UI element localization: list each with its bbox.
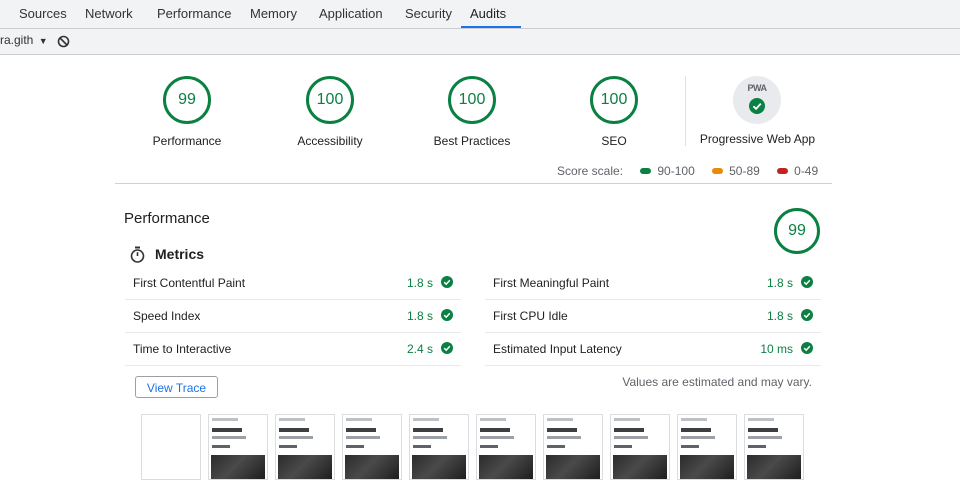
- filmstrip-frame: [543, 414, 603, 480]
- scale-item-fail: 0-49: [777, 164, 818, 178]
- pass-check-icon: [441, 342, 453, 354]
- metric-name: Time to Interactive: [133, 342, 232, 356]
- url-selector[interactable]: ra.gith ▼: [0, 33, 48, 47]
- performance-section-title: Performance: [124, 210, 210, 227]
- performance-score-gauge: 99: [774, 208, 820, 254]
- tab-memory[interactable]: Memory: [241, 0, 306, 28]
- average-dot-icon: [712, 168, 724, 174]
- gauge-label: Performance: [152, 134, 222, 148]
- scale-range: 90-100: [657, 164, 695, 178]
- metric-speed-index: Speed Index 1.8 s: [125, 299, 461, 333]
- score-ring: 99: [163, 76, 211, 124]
- score-ring: 100: [306, 76, 354, 124]
- metric-estimated-input-latency: Estimated Input Latency 10 ms: [485, 332, 821, 366]
- pass-check-icon: [801, 309, 813, 321]
- dropdown-arrow-icon: ▼: [38, 36, 48, 46]
- tab-sources[interactable]: Sources: [10, 0, 76, 28]
- gauge-best-practices[interactable]: 100 Best Practices: [417, 76, 527, 148]
- pwa-badge[interactable]: PWA: [733, 76, 781, 124]
- tab-audits[interactable]: Audits: [461, 0, 521, 28]
- score-scale-label: Score scale:: [557, 164, 624, 178]
- gauge-divider: [685, 76, 686, 146]
- pwa-badge-text: PWA: [747, 83, 767, 93]
- filmstrip-frame: [744, 414, 804, 480]
- metric-name: First Meaningful Paint: [493, 276, 610, 290]
- metric-value: 1.8 s: [766, 276, 793, 290]
- metric-name: First CPU Idle: [493, 309, 568, 323]
- metric-first-meaningful-paint: First Meaningful Paint 1.8 s: [485, 266, 821, 300]
- metric-name: Speed Index: [133, 309, 201, 323]
- filmstrip-frame: [409, 414, 469, 480]
- filmstrip-frame: [476, 414, 536, 480]
- metric-time-to-interactive: Time to Interactive 2.4 s: [125, 332, 461, 366]
- check-circle-icon: [749, 98, 765, 114]
- metric-first-cpu-idle: First CPU Idle 1.8 s: [485, 299, 821, 333]
- metric-value: 2.4 s: [406, 342, 433, 356]
- tab-security[interactable]: Security: [396, 0, 461, 28]
- url-text: ra.gith: [0, 33, 34, 47]
- gauge-label: Accessibility: [297, 134, 363, 148]
- clear-icon[interactable]: [57, 35, 70, 48]
- stopwatch-icon: [130, 246, 145, 263]
- tab-performance[interactable]: Performance: [148, 0, 240, 28]
- fail-dot-icon: [777, 168, 789, 174]
- view-trace-button[interactable]: View Trace: [135, 376, 218, 398]
- metric-value: 1.8 s: [406, 309, 433, 323]
- pass-check-icon: [801, 276, 813, 288]
- pwa-label: Progressive Web App: [699, 132, 816, 146]
- pass-check-icon: [441, 276, 453, 288]
- gauge-label: SEO: [601, 134, 627, 148]
- filmstrip-frame: [610, 414, 670, 480]
- pass-dot-icon: [640, 168, 652, 174]
- scale-item-pass: 90-100: [640, 164, 695, 178]
- tab-application[interactable]: Application: [310, 0, 392, 28]
- gauge-seo[interactable]: 100 SEO: [564, 76, 664, 148]
- filmstrip-frame: [275, 414, 335, 480]
- filmstrip-frame-blank: [141, 414, 201, 480]
- pass-check-icon: [801, 342, 813, 354]
- audits-toolbar: ra.gith ▼: [0, 29, 960, 55]
- tab-network[interactable]: Network: [76, 0, 142, 28]
- score-ring: 100: [448, 76, 496, 124]
- metric-value: 1.8 s: [766, 309, 793, 323]
- estimate-note: Values are estimated and may vary.: [622, 375, 812, 389]
- metric-first-contentful-paint: First Contentful Paint 1.8 s: [125, 266, 461, 300]
- scale-range: 50-89: [729, 164, 760, 178]
- gauge-label: Best Practices: [433, 134, 511, 148]
- filmstrip-frame: [342, 414, 402, 480]
- metric-name: First Contentful Paint: [133, 276, 246, 290]
- metric-value: 1.8 s: [406, 276, 433, 290]
- filmstrip-frame: [208, 414, 268, 480]
- metric-value: 10 ms: [760, 342, 793, 356]
- metric-name: Estimated Input Latency: [493, 342, 622, 356]
- gauge-performance[interactable]: 99 Performance: [137, 76, 237, 148]
- pass-check-icon: [441, 309, 453, 321]
- metrics-heading: Metrics: [155, 246, 205, 262]
- score-scale-legend: Score scale: 90-100 50-89 0-49: [557, 164, 818, 178]
- scale-range: 0-49: [794, 164, 819, 178]
- gauge-accessibility[interactable]: 100 Accessibility: [280, 76, 380, 148]
- filmstrip-frame: [677, 414, 737, 480]
- section-divider: [115, 183, 832, 184]
- scale-item-average: 50-89: [712, 164, 760, 178]
- score-ring: 100: [590, 76, 638, 124]
- devtools-tab-bar: Sources Network Performance Memory Appli…: [0, 0, 960, 29]
